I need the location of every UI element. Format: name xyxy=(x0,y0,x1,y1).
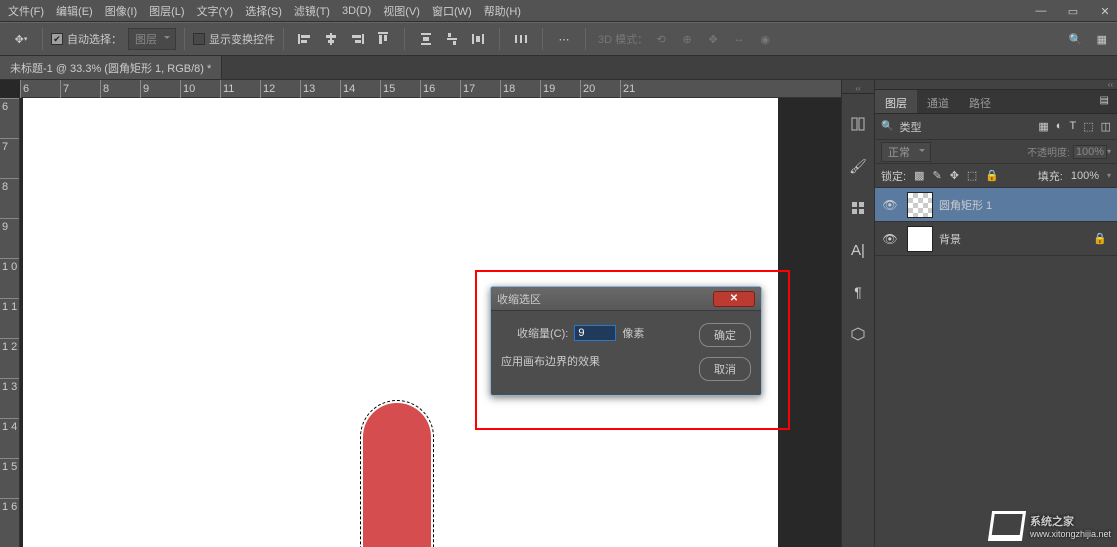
align-top-icon[interactable] xyxy=(373,29,393,49)
watermark-logo-icon xyxy=(990,511,1024,541)
watermark: 系统之家 www.xitongzhijia.net xyxy=(990,511,1111,541)
menu-edit[interactable]: 编辑(E) xyxy=(56,3,93,19)
dist-vcenter-icon[interactable] xyxy=(442,29,462,49)
contract-selection-dialog: 收缩选区 ✕ 收缩量(C): 像素 应用画布边界的效果 确定 取消 xyxy=(490,286,762,396)
layer-name[interactable]: 背景 xyxy=(939,231,961,247)
layer-thumbnail[interactable] xyxy=(907,226,933,252)
dialog-close-button[interactable]: ✕ xyxy=(713,291,755,307)
show-transform-label: 显示变换控件 xyxy=(209,31,275,47)
workspace-icon[interactable]: ▦ xyxy=(1097,33,1107,46)
menu-select[interactable]: 选择(S) xyxy=(245,3,282,19)
document-tab[interactable]: 未标题-1 @ 33.3% (圆角矩形 1, RGB/8) * xyxy=(0,56,222,79)
selection-marquee xyxy=(360,400,434,547)
contract-unit-label: 像素 xyxy=(622,325,644,341)
search-icon[interactable]: 🔍 xyxy=(1069,33,1083,46)
blend-mode-dropdown[interactable]: 正常 xyxy=(881,142,931,162)
more-options-icon[interactable]: ⋯ xyxy=(554,29,574,49)
layer-list: 👁 圆角矩形 1 👁 背景 🔒 xyxy=(875,188,1117,547)
menu-type[interactable]: 文字(Y) xyxy=(197,3,234,19)
show-transform-checkbox[interactable] xyxy=(193,33,205,45)
dist-h-icon[interactable] xyxy=(511,29,531,49)
layer-name[interactable]: 圆角矩形 1 xyxy=(939,197,992,213)
filter-type-icon[interactable]: T xyxy=(1069,120,1076,133)
3d-orbit-icon[interactable]: ⟲ xyxy=(651,29,671,49)
brush-panel-icon[interactable]: 🖌 xyxy=(842,154,874,178)
layer-row[interactable]: 👁 背景 🔒 xyxy=(875,222,1117,256)
options-bar: ✥▾ ✔ 自动选择： 图层 显示变换控件 ⋯ 3D 模式： ⟲ ⊕ ✥ ↔ ◉ … xyxy=(0,22,1117,56)
menu-view[interactable]: 视图(V) xyxy=(383,3,420,19)
move-tool-icon[interactable]: ✥▾ xyxy=(11,29,31,49)
menu-window[interactable]: 窗口(W) xyxy=(432,3,472,19)
align-right-icon[interactable] xyxy=(347,29,367,49)
3d-camera-icon[interactable]: ◉ xyxy=(755,29,775,49)
fill-value[interactable]: 100% xyxy=(1071,170,1099,182)
mode3d-label: 3D 模式： xyxy=(598,31,648,47)
document-tab-bar: 未标题-1 @ 33.3% (圆角矩形 1, RGB/8) * xyxy=(0,56,1117,80)
menu-bar: 文件(F) 编辑(E) 图像(I) 图层(L) 文字(Y) 选择(S) 滤镜(T… xyxy=(0,0,1117,22)
filter-adjust-icon[interactable]: ◐ xyxy=(1056,120,1063,133)
layer-thumbnail[interactable] xyxy=(907,192,933,218)
visibility-toggle-icon[interactable]: 👁 xyxy=(879,232,901,246)
fill-label: 填充: xyxy=(1038,168,1063,184)
opacity-value[interactable]: 100% xyxy=(1073,145,1107,159)
lock-transparency-icon[interactable]: ▩ xyxy=(914,169,924,182)
canvas-area: 6789101112131415161718192021 67891 01 11… xyxy=(0,80,841,547)
dist-top-icon[interactable] xyxy=(416,29,436,49)
window-close-button[interactable]: ✕ xyxy=(1098,5,1112,18)
align-hcenter-icon[interactable] xyxy=(321,29,341,49)
filter-smart-icon[interactable]: ◫ xyxy=(1101,120,1111,133)
watermark-title: 系统之家 xyxy=(1030,516,1074,528)
window-maximize-button[interactable]: ▭ xyxy=(1066,5,1080,18)
paragraph-panel-icon[interactable]: ¶ xyxy=(842,280,874,304)
layer-filter-kind[interactable]: 类型 xyxy=(881,118,935,136)
panels-collapse-icon[interactable]: ‹‹ xyxy=(875,80,1117,90)
auto-select-label: 自动选择： xyxy=(67,31,122,47)
lock-all-icon[interactable]: 🔒 xyxy=(985,169,999,182)
ruler-vertical: 67891 01 11 21 31 41 51 6 xyxy=(0,98,20,547)
tab-paths[interactable]: 路径 xyxy=(959,90,1001,113)
align-left-icon[interactable] xyxy=(295,29,315,49)
contract-amount-label: 收缩量(C): xyxy=(517,325,568,341)
panels-area: ‹‹ 图层 通道 路径 ▤ 类型 ▦ ◐ T ⬚ ◫ 正常 不透明度: 100%… xyxy=(875,80,1117,547)
layer-row[interactable]: 👁 圆角矩形 1 xyxy=(875,188,1117,222)
filter-shape-icon[interactable]: ⬚ xyxy=(1083,120,1093,133)
opacity-label: 不透明度: xyxy=(1027,144,1070,159)
watermark-url: www.xitongzhijia.net xyxy=(1030,529,1111,539)
apply-canvas-bounds-label: 应用画布边界的效果 xyxy=(501,353,600,369)
menu-help[interactable]: 帮助(H) xyxy=(484,3,521,19)
dialog-title: 收缩选区 xyxy=(497,291,541,307)
lock-label: 锁定: xyxy=(881,168,906,184)
collapsed-panel-strip: ‹‹ 🖌 A| ¶ xyxy=(841,80,875,547)
menu-layer[interactable]: 图层(L) xyxy=(149,3,184,19)
lock-artboard-icon[interactable]: ⬚ xyxy=(967,169,977,182)
history-panel-icon[interactable] xyxy=(842,112,874,136)
contract-amount-input[interactable] xyxy=(574,325,616,341)
visibility-toggle-icon[interactable]: 👁 xyxy=(879,198,901,212)
dialog-ok-button[interactable]: 确定 xyxy=(699,323,751,347)
menu-file[interactable]: 文件(F) xyxy=(8,3,44,19)
lock-icon: 🔒 xyxy=(1093,232,1107,245)
3d-panel-icon[interactable] xyxy=(842,322,874,346)
ruler-horizontal: 6789101112131415161718192021 xyxy=(20,80,841,98)
brush-preset-panel-icon[interactable] xyxy=(842,196,874,220)
window-minimize-button[interactable]: — xyxy=(1034,5,1048,17)
character-panel-icon[interactable]: A| xyxy=(842,238,874,262)
tab-channels[interactable]: 通道 xyxy=(917,90,959,113)
dist-bottom-icon[interactable] xyxy=(468,29,488,49)
panel-menu-icon[interactable]: ▤ xyxy=(1092,90,1117,113)
menu-filter[interactable]: 滤镜(T) xyxy=(294,3,330,19)
panel-collapse-icon[interactable]: ‹‹ xyxy=(842,84,874,94)
lock-image-icon[interactable]: ✎ xyxy=(932,169,941,182)
auto-select-dropdown[interactable]: 图层 xyxy=(128,28,176,50)
3d-roll-icon[interactable]: ⊕ xyxy=(677,29,697,49)
lock-position-icon[interactable]: ✥ xyxy=(950,169,959,182)
menu-image[interactable]: 图像(I) xyxy=(105,3,137,19)
auto-select-checkbox[interactable]: ✔ xyxy=(51,33,63,45)
filter-pixel-icon[interactable]: ▦ xyxy=(1038,120,1048,133)
menu-3d[interactable]: 3D(D) xyxy=(342,5,371,17)
tab-layers[interactable]: 图层 xyxy=(875,90,917,113)
3d-pan-icon[interactable]: ✥ xyxy=(703,29,723,49)
3d-slide-icon[interactable]: ↔ xyxy=(729,29,749,49)
dialog-cancel-button[interactable]: 取消 xyxy=(699,357,751,381)
